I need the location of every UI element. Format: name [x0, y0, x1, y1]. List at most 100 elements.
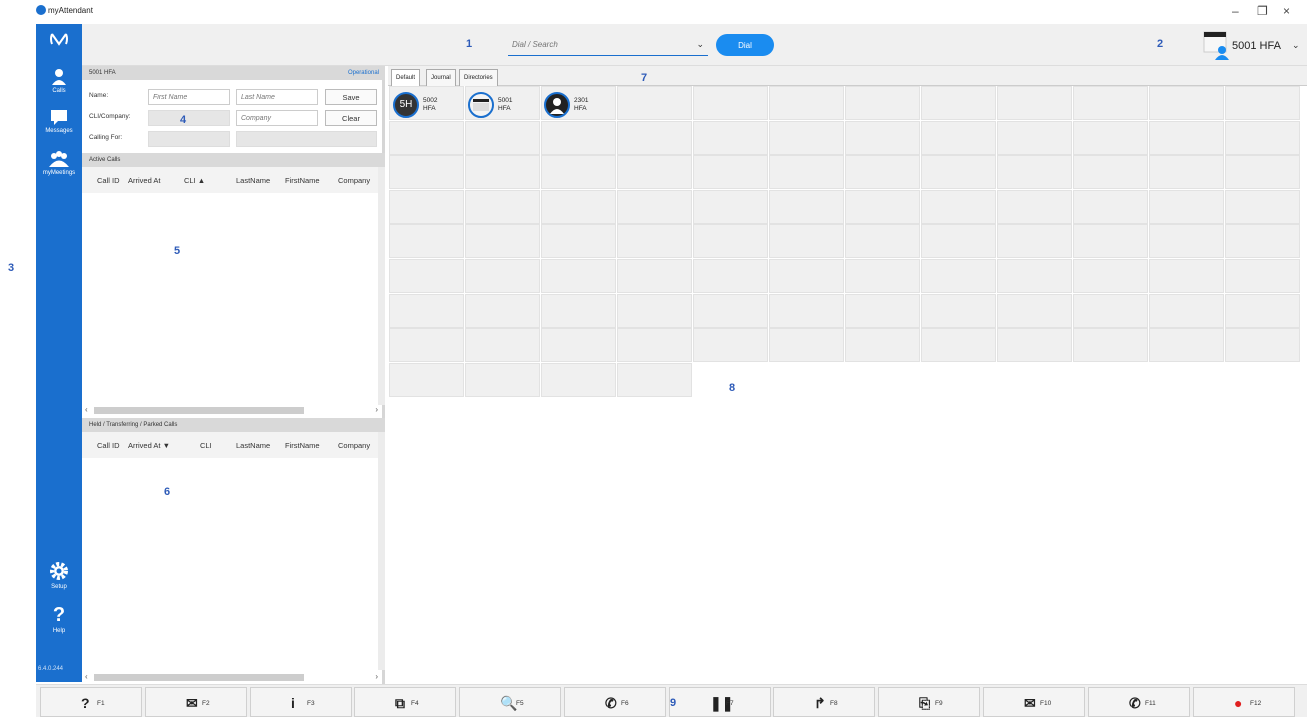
speed-dial-cell[interactable]	[769, 86, 844, 120]
speed-dial-cell[interactable]	[845, 259, 920, 293]
speed-dial-cell[interactable]	[997, 86, 1072, 120]
speed-dial-cell[interactable]	[1073, 224, 1148, 259]
speed-dial-cell[interactable]	[617, 86, 692, 120]
speed-dial-cell[interactable]	[617, 155, 692, 190]
fkey-f2-button[interactable]: ✉ F2	[145, 687, 247, 717]
speed-dial-cell[interactable]	[465, 362, 540, 397]
held-calls-vscroll[interactable]	[378, 432, 385, 670]
speed-dial-cell[interactable]	[693, 259, 768, 293]
speed-dial-cell[interactable]	[921, 259, 996, 293]
fkey-f6-button[interactable]: ✆ F6	[564, 687, 666, 717]
speed-dial-cell[interactable]	[1225, 155, 1300, 190]
speed-dial-cell[interactable]	[769, 328, 844, 363]
tab-journal[interactable]: Journal	[426, 69, 456, 86]
speed-dial-cell[interactable]	[997, 120, 1072, 155]
fkey-f9-button[interactable]: ⎘ F9	[878, 687, 980, 717]
calling-for-input[interactable]	[148, 131, 230, 147]
speed-dial-cell[interactable]	[389, 293, 464, 328]
speed-dial-cell[interactable]	[617, 224, 692, 259]
speed-dial-cell[interactable]	[845, 293, 920, 328]
speed-dial-cell[interactable]	[1073, 189, 1148, 224]
speed-dial-cell[interactable]	[541, 155, 616, 190]
chevron-down-icon[interactable]: ⌄	[696, 39, 704, 50]
column-arrived-at[interactable]: Arrived At	[128, 176, 161, 185]
speed-dial-cell[interactable]	[693, 189, 768, 224]
speed-dial-cell[interactable]	[845, 86, 920, 120]
speed-dial-cell[interactable]	[1149, 293, 1224, 328]
speed-dial-cell[interactable]	[1149, 328, 1224, 363]
speed-dial-cell[interactable]	[541, 362, 616, 397]
speed-dial-cell[interactable]	[693, 86, 768, 120]
fkey-f7-button[interactable]: ❚❚ F7	[669, 687, 771, 717]
speed-dial-cell[interactable]	[541, 224, 616, 259]
speed-dial-cell[interactable]	[997, 293, 1072, 328]
sidebar-item-messages[interactable]: Messages	[36, 108, 82, 134]
speed-dial-cell[interactable]	[389, 328, 464, 363]
speed-dial-cell[interactable]	[769, 189, 844, 224]
first-name-input[interactable]	[148, 89, 230, 105]
company-input[interactable]	[236, 110, 318, 126]
speed-dial-cell[interactable]	[997, 224, 1072, 259]
sidebar-item-help[interactable]: ? Help	[36, 604, 82, 634]
column-call-id[interactable]: Call ID	[97, 176, 120, 185]
fkey-f11-button[interactable]: ✆ F11	[1088, 687, 1190, 717]
speed-dial-cell[interactable]	[465, 155, 540, 190]
speed-dial-cell[interactable]	[693, 120, 768, 155]
speed-dial-cell[interactable]	[845, 224, 920, 259]
speed-dial-cell[interactable]	[389, 155, 464, 190]
speed-dial-cell[interactable]	[465, 293, 540, 328]
speed-dial-cell[interactable]	[769, 120, 844, 155]
speed-dial-cell[interactable]	[541, 293, 616, 328]
speed-dial-cell[interactable]	[1225, 293, 1300, 328]
speed-dial-cell[interactable]	[845, 120, 920, 155]
column-lastname[interactable]: LastName	[236, 176, 270, 185]
save-button[interactable]: Save	[325, 89, 377, 105]
speed-dial-cell[interactable]	[921, 293, 996, 328]
speed-dial-cell[interactable]	[389, 259, 464, 293]
column-company[interactable]: Company	[338, 441, 370, 450]
last-name-input[interactable]	[236, 89, 318, 105]
column-cli[interactable]: CLI	[200, 441, 212, 450]
fkey-f4-button[interactable]: ⧉ F4	[354, 687, 456, 717]
column-firstname[interactable]: FirstName	[285, 176, 320, 185]
speed-dial-cell[interactable]	[1225, 120, 1300, 155]
speed-dial-cell[interactable]	[1073, 293, 1148, 328]
column-lastname[interactable]: LastName	[236, 441, 270, 450]
speed-dial-cell[interactable]	[769, 293, 844, 328]
speed-dial-cell[interactable]	[541, 120, 616, 155]
column-arrived-at[interactable]: Arrived At ▼	[128, 441, 170, 450]
fkey-f8-button[interactable]: ↱ F8	[773, 687, 875, 717]
speed-dial-cell[interactable]	[769, 155, 844, 190]
speed-dial-cell[interactable]	[465, 224, 540, 259]
column-call-id[interactable]: Call ID	[97, 441, 120, 450]
speed-dial-cell[interactable]	[1073, 120, 1148, 155]
sidebar-logo[interactable]	[36, 32, 82, 46]
speed-dial-cell[interactable]	[845, 189, 920, 224]
fkey-f10-button[interactable]: ✉ F10	[983, 687, 1085, 717]
speed-dial-cell[interactable]	[997, 155, 1072, 190]
speed-dial-cell[interactable]	[997, 328, 1072, 363]
speed-dial-cell[interactable]	[1073, 86, 1148, 120]
speed-dial-cell[interactable]	[1149, 259, 1224, 293]
speed-dial-cell[interactable]	[845, 328, 920, 363]
speed-dial-cell[interactable]	[921, 86, 996, 120]
speed-dial-cell[interactable]	[845, 155, 920, 190]
dial-search-input[interactable]	[508, 34, 688, 55]
speed-dial-cell[interactable]	[617, 328, 692, 363]
speed-dial-cell[interactable]	[389, 362, 464, 397]
column-firstname[interactable]: FirstName	[285, 441, 320, 450]
speed-dial-cell[interactable]	[1073, 155, 1148, 190]
speed-dial-cell[interactable]	[1149, 120, 1224, 155]
restore-button[interactable]: ❐	[1257, 4, 1268, 18]
speed-dial-cell[interactable]	[617, 293, 692, 328]
calling-for-detail-input[interactable]	[236, 131, 377, 147]
tab-directories[interactable]: Directories	[459, 69, 498, 86]
speed-dial-cell[interactable]	[997, 189, 1072, 224]
tab-default[interactable]: Default	[391, 69, 421, 86]
speed-dial-cell[interactable]	[769, 224, 844, 259]
speed-dial-cell[interactable]	[617, 120, 692, 155]
speed-dial-cell[interactable]	[693, 328, 768, 363]
speed-dial-cell[interactable]	[1073, 259, 1148, 293]
speed-dial-cell[interactable]	[389, 189, 464, 224]
dial-button[interactable]: Dial	[716, 34, 774, 56]
